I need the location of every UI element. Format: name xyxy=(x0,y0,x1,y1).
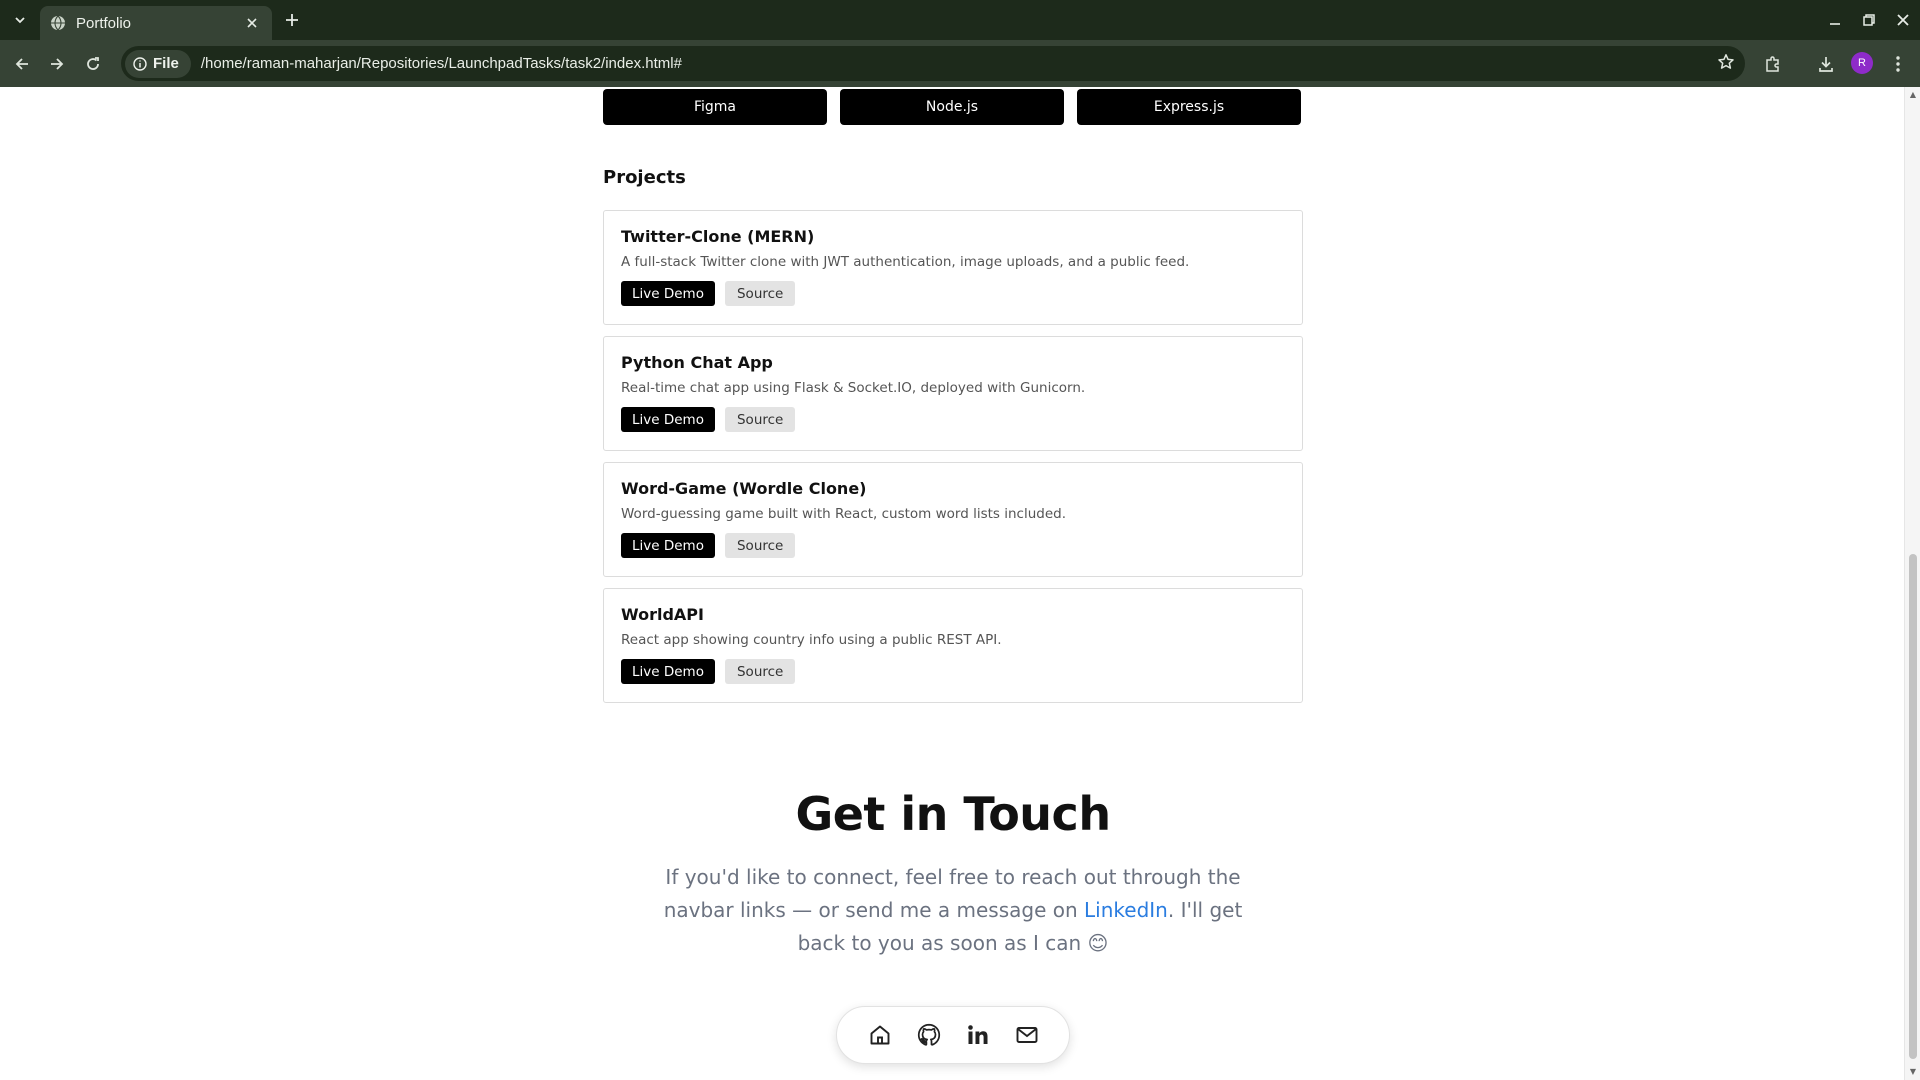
project-actions: Live Demo Source xyxy=(621,659,1285,684)
forward-arrow-icon[interactable] xyxy=(42,49,72,79)
vertical-scrollbar[interactable]: ▲ ▼ xyxy=(1904,87,1920,1080)
project-card: Word-Game (Wordle Clone) Word-guessing g… xyxy=(603,462,1303,577)
project-name: Twitter-Clone (MERN) xyxy=(621,227,815,246)
info-icon xyxy=(133,56,147,71)
scrollbar-thumb[interactable] xyxy=(1909,554,1917,1059)
scroll-down-arrow-icon[interactable]: ▼ xyxy=(1908,1067,1918,1077)
skill-chip: Express.js xyxy=(1077,89,1301,125)
site-chip-label: File xyxy=(153,55,179,72)
project-actions: Live Demo Source xyxy=(621,407,1285,432)
github-icon[interactable] xyxy=(914,1020,944,1050)
minimize-icon[interactable] xyxy=(1818,0,1852,40)
skills-row: Figma Node.js Express.js xyxy=(603,89,1303,125)
close-window-icon[interactable] xyxy=(1886,0,1920,40)
back-arrow-icon[interactable] xyxy=(7,49,37,79)
project-description: Real-time chat app using Flask & Socket.… xyxy=(621,380,1086,396)
download-icon[interactable] xyxy=(1811,49,1841,79)
scroll-up-arrow-icon[interactable]: ▲ xyxy=(1908,90,1918,100)
project-description: React app showing country info using a p… xyxy=(621,632,1002,648)
new-tab-icon[interactable] xyxy=(278,8,306,32)
browser-toolbar: File /home/raman-maharjan/Repositories/L… xyxy=(0,40,1920,87)
live-demo-button[interactable]: Live Demo xyxy=(621,659,715,684)
project-description: Word-guessing game built with React, cus… xyxy=(621,506,1067,522)
source-button[interactable]: Source xyxy=(724,533,796,558)
source-button[interactable]: Source xyxy=(724,281,796,306)
project-name: Python Chat App xyxy=(621,353,773,372)
live-demo-button[interactable]: Live Demo xyxy=(621,533,715,558)
project-name: WorldAPI xyxy=(621,605,704,624)
project-name: Word-Game (Wordle Clone) xyxy=(621,479,867,498)
more-menu-icon[interactable] xyxy=(1883,49,1913,79)
globe-icon xyxy=(50,15,66,31)
project-actions: Live Demo Source xyxy=(621,533,1285,558)
project-card: Python Chat App Real-time chat app using… xyxy=(603,336,1303,451)
home-icon[interactable] xyxy=(865,1020,895,1050)
contact-text: If you'd like to connect, feel free to r… xyxy=(653,861,1253,960)
live-demo-button[interactable]: Live Demo xyxy=(621,407,715,432)
bookmark-star-icon[interactable] xyxy=(1717,53,1735,71)
close-tab-icon[interactable] xyxy=(242,13,262,33)
page-viewport: Figma Node.js Express.js Projects Twitte… xyxy=(0,87,1904,1080)
address-bar[interactable]: File /home/raman-maharjan/Repositories/L… xyxy=(121,46,1745,81)
project-card: Twitter-Clone (MERN) A full-stack Twitte… xyxy=(603,210,1303,325)
site-info-chip[interactable]: File xyxy=(125,49,191,78)
skill-chip: Figma xyxy=(603,89,827,125)
browser-tab-bar: Portfolio xyxy=(0,0,1920,40)
project-description: A full-stack Twitter clone with JWT auth… xyxy=(621,254,1190,270)
extensions-puzzle-icon[interactable] xyxy=(1758,49,1788,79)
contact-heading: Get in Touch xyxy=(795,787,1111,841)
url-text[interactable]: /home/raman-maharjan/Repositories/Launch… xyxy=(201,55,682,72)
floating-nav-dock xyxy=(836,1006,1070,1064)
live-demo-button[interactable]: Live Demo xyxy=(621,281,715,306)
tab-title: Portfolio xyxy=(76,14,132,32)
project-actions: Live Demo Source xyxy=(621,281,1285,306)
linkedin-icon[interactable] xyxy=(963,1020,993,1050)
projects-heading: Projects xyxy=(603,167,686,188)
restore-icon[interactable] xyxy=(1852,0,1886,40)
reload-icon[interactable] xyxy=(78,49,108,79)
profile-avatar[interactable]: R xyxy=(1851,52,1873,74)
contact-section: Get in Touch If you'd like to connect, f… xyxy=(603,787,1303,960)
skill-chip: Node.js xyxy=(840,89,1064,125)
linkedin-link[interactable]: LinkedIn xyxy=(1084,898,1168,922)
mail-icon[interactable] xyxy=(1012,1020,1042,1050)
browser-tab-portfolio[interactable]: Portfolio xyxy=(40,6,272,40)
source-button[interactable]: Source xyxy=(724,407,796,432)
project-card: WorldAPI React app showing country info … xyxy=(603,588,1303,703)
window-controls xyxy=(1818,0,1920,40)
tab-search-dropdown-icon[interactable] xyxy=(6,8,34,32)
source-button[interactable]: Source xyxy=(724,659,796,684)
